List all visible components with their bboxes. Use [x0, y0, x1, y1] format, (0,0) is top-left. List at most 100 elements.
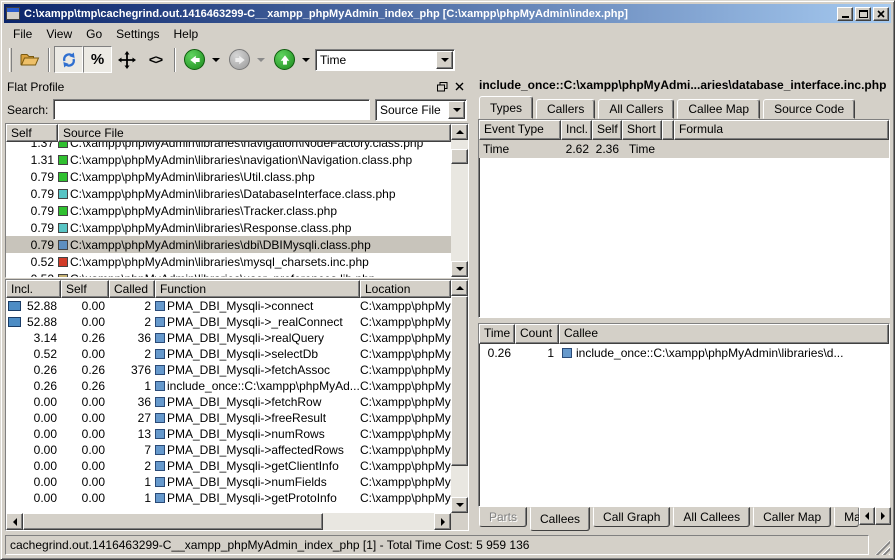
- function-row[interactable]: 0.00 0.00 1 PMA_DBI_Mysqli->numFields C:…: [6, 474, 451, 490]
- file-row[interactable]: 0.79 C:\xampp\phpMyAdmin\libraries\Track…: [6, 202, 451, 219]
- function-row[interactable]: 52.88 0.00 2 PMA_DBI_Mysqli->_realConnec…: [6, 314, 451, 330]
- detail-bottom-tab[interactable]: Caller Map: [753, 507, 831, 527]
- scroll-down-button[interactable]: [451, 497, 468, 513]
- column-header-called[interactable]: Called: [109, 280, 155, 298]
- function-table-hscrollbar[interactable]: [6, 513, 451, 530]
- function-row[interactable]: 0.00 0.00 36 PMA_DBI_Mysqli->fetchRow C:…: [6, 394, 451, 410]
- tabs-scroll-right-button[interactable]: [875, 507, 891, 525]
- file-row[interactable]: 0.79 C:\xampp\phpMyAdmin\libraries\Respo…: [6, 219, 451, 236]
- forward-dropdown-caret[interactable]: [257, 58, 265, 62]
- open-file-button[interactable]: [15, 46, 44, 73]
- forward-button[interactable]: [225, 46, 254, 73]
- shorten-templates-button[interactable]: <>: [141, 46, 170, 73]
- dock-title-bar[interactable]: Flat Profile: [4, 77, 470, 96]
- force-dump-button[interactable]: [54, 46, 83, 73]
- called-value: 27: [109, 411, 155, 425]
- file-row[interactable]: 0.52 C:\xampp\phpMyAdmin\libraries\mysql…: [6, 253, 451, 270]
- function-table-vscrollbar[interactable]: [451, 280, 468, 530]
- scroll-left-button[interactable]: [6, 513, 23, 530]
- scroll-right-button[interactable]: [434, 513, 451, 530]
- file-row[interactable]: 0.52 C:\xampp\phpMyAdmin\libraries\user_…: [6, 270, 451, 277]
- detail-tab[interactable]: All Callers: [598, 99, 674, 119]
- scroll-up-button[interactable]: [451, 124, 468, 140]
- event-type-combo[interactable]: Time: [315, 49, 455, 71]
- maximize-button[interactable]: [855, 7, 871, 21]
- column-header-source-file[interactable]: Source File: [58, 124, 451, 142]
- menu-item[interactable]: Settings: [109, 25, 166, 43]
- function-row[interactable]: 0.00 0.00 1 PMA_DBI_Mysqli->getProtoInfo…: [6, 490, 451, 506]
- dock-splitter[interactable]: [470, 77, 477, 532]
- file-self-value: 1.37: [6, 142, 58, 150]
- column-header-event-type[interactable]: Event Type: [479, 120, 561, 140]
- relative-percent-button[interactable]: %: [83, 46, 112, 73]
- detail-bottom-tab[interactable]: Machine: [834, 507, 859, 527]
- scroll-track[interactable]: [23, 513, 434, 530]
- column-header-short[interactable]: Short: [622, 120, 662, 140]
- scroll-thumb[interactable]: [451, 149, 468, 164]
- event-type-row[interactable]: Time 2.62 2.36 Time: [479, 140, 889, 158]
- grouping-combo[interactable]: Source File: [375, 99, 467, 121]
- function-row[interactable]: 0.26 0.26 1 include_once::C:\xampp\phpMy…: [6, 378, 451, 394]
- detail-bottom-tab[interactable]: Parts: [479, 507, 527, 527]
- menu-item[interactable]: View: [39, 25, 79, 43]
- search-input[interactable]: [53, 99, 370, 120]
- menu-item[interactable]: Help: [167, 25, 206, 43]
- detail-tab[interactable]: Callers: [536, 99, 595, 119]
- back-button[interactable]: [180, 46, 209, 73]
- file-row[interactable]: 0.79 C:\xampp\phpMyAdmin\libraries\dbi\D…: [6, 236, 451, 253]
- tabs-scroll-left-button[interactable]: [859, 507, 875, 525]
- menu-item[interactable]: Go: [79, 25, 109, 43]
- file-row[interactable]: 1.31 C:\xampp\phpMyAdmin\libraries\navig…: [6, 151, 451, 168]
- dock-close-button[interactable]: [452, 80, 467, 94]
- menu-item[interactable]: File: [6, 25, 39, 43]
- detail-bottom-tab[interactable]: All Callees: [673, 507, 750, 527]
- column-header-function[interactable]: Function: [155, 280, 360, 298]
- scroll-up-button[interactable]: [451, 280, 468, 296]
- cycle-detection-button[interactable]: [112, 46, 141, 73]
- column-header-incl[interactable]: Incl.: [561, 120, 592, 140]
- function-row[interactable]: 0.00 0.00 13 PMA_DBI_Mysqli->numRows C:\…: [6, 426, 451, 442]
- column-header-callee[interactable]: Callee: [559, 324, 889, 344]
- function-row[interactable]: 0.00 0.00 7 PMA_DBI_Mysqli->affectedRows…: [6, 442, 451, 458]
- combo-dropdown-button[interactable]: [436, 51, 453, 69]
- scroll-thumb[interactable]: [451, 296, 468, 466]
- callee-row[interactable]: 0.26 1 include_once::C:\xampp\phpMyAdmin…: [479, 344, 889, 362]
- function-row[interactable]: 3.14 0.26 36 PMA_DBI_Mysqli->realQuery C…: [6, 330, 451, 346]
- scroll-track[interactable]: [451, 296, 468, 497]
- up-dropdown-caret[interactable]: [302, 58, 310, 62]
- column-header-formula[interactable]: Formula: [674, 120, 889, 140]
- file-list-vscrollbar[interactable]: [451, 124, 468, 277]
- resize-grip[interactable]: [875, 540, 890, 555]
- function-row[interactable]: 0.26 0.26 376 PMA_DBI_Mysqli->fetchAssoc…: [6, 362, 451, 378]
- scroll-down-button[interactable]: [451, 261, 468, 277]
- detail-bottom-tab[interactable]: Callees: [530, 507, 590, 531]
- column-header-location[interactable]: Location: [360, 280, 451, 298]
- column-header-self[interactable]: Self: [6, 124, 58, 142]
- combo-dropdown-button[interactable]: [448, 101, 465, 119]
- file-row[interactable]: 0.79 C:\xampp\phpMyAdmin\libraries\Datab…: [6, 185, 451, 202]
- back-dropdown-caret[interactable]: [212, 58, 220, 62]
- column-header-count[interactable]: Count: [515, 324, 559, 344]
- function-row[interactable]: 0.00 0.00 27 PMA_DBI_Mysqli->freeResult …: [6, 410, 451, 426]
- close-button[interactable]: [873, 7, 889, 21]
- detail-tab[interactable]: Types: [479, 96, 533, 119]
- title-bar[interactable]: C:\xampp\tmp\cachegrind.out.1416463299-C…: [4, 4, 891, 23]
- file-row[interactable]: 1.37 C:\xampp\phpMyAdmin\libraries\navig…: [6, 142, 451, 151]
- column-header-self[interactable]: Self: [61, 280, 109, 298]
- detail-bottom-tab[interactable]: Call Graph: [593, 507, 670, 527]
- dock-float-button[interactable]: [435, 80, 450, 94]
- function-row[interactable]: 52.88 0.00 2 PMA_DBI_Mysqli->connect C:\…: [6, 298, 451, 314]
- detail-tab[interactable]: Source Code: [763, 99, 855, 119]
- column-header-time[interactable]: Time: [479, 324, 515, 344]
- minimize-button[interactable]: [837, 7, 853, 21]
- column-header-incl[interactable]: Incl.: [6, 280, 61, 298]
- file-row[interactable]: 0.79 C:\xampp\phpMyAdmin\libraries\Util.…: [6, 168, 451, 185]
- column-header-self[interactable]: Self: [592, 120, 622, 140]
- function-row[interactable]: 0.00 0.00 2 PMA_DBI_Mysqli->getClientInf…: [6, 458, 451, 474]
- function-row[interactable]: 0.52 0.00 2 PMA_DBI_Mysqli->selectDb C:\…: [6, 346, 451, 362]
- scroll-thumb[interactable]: [23, 513, 323, 530]
- detail-tab[interactable]: Callee Map: [677, 99, 760, 119]
- up-button[interactable]: [270, 46, 299, 73]
- scroll-track[interactable]: [451, 140, 468, 261]
- toolbar-handle[interactable]: [9, 48, 12, 72]
